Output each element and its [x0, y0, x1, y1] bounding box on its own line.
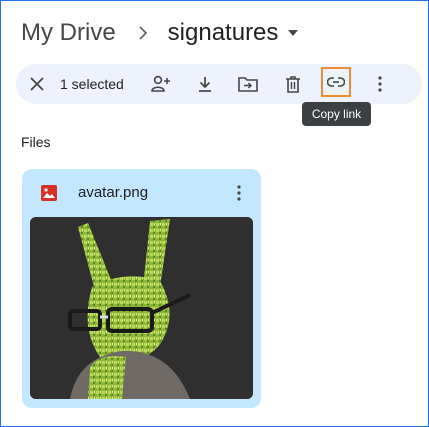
- file-name: avatar.png: [78, 184, 149, 201]
- breadcrumb-current-folder[interactable]: signatures: [168, 19, 299, 47]
- copy-link-button[interactable]: [321, 67, 351, 97]
- more-vert-icon[interactable]: [233, 183, 245, 203]
- files-section-label: Files: [21, 134, 51, 150]
- image-file-icon: [41, 185, 57, 201]
- folder-name: signatures: [167, 19, 279, 46]
- breadcrumb: My Drive signatures: [21, 16, 299, 50]
- selection-toolbar: 1 selected: [16, 64, 422, 104]
- download-icon[interactable]: [193, 64, 217, 104]
- link-icon: [327, 77, 345, 87]
- close-icon[interactable]: [24, 64, 50, 104]
- file-thumbnail: [30, 217, 253, 399]
- more-vert-icon[interactable]: [372, 64, 388, 104]
- caret-down-icon: [288, 30, 299, 36]
- selection-count: 1 selected: [60, 76, 124, 92]
- chevron-right-icon: [138, 26, 148, 40]
- trash-icon[interactable]: [281, 64, 305, 104]
- move-to-folder-icon[interactable]: [236, 64, 260, 104]
- copy-link-tooltip: Copy link: [302, 102, 371, 126]
- breadcrumb-my-drive[interactable]: My Drive: [21, 19, 116, 47]
- share-person-icon[interactable]: [149, 64, 173, 104]
- file-card[interactable]: avatar.png: [22, 169, 261, 408]
